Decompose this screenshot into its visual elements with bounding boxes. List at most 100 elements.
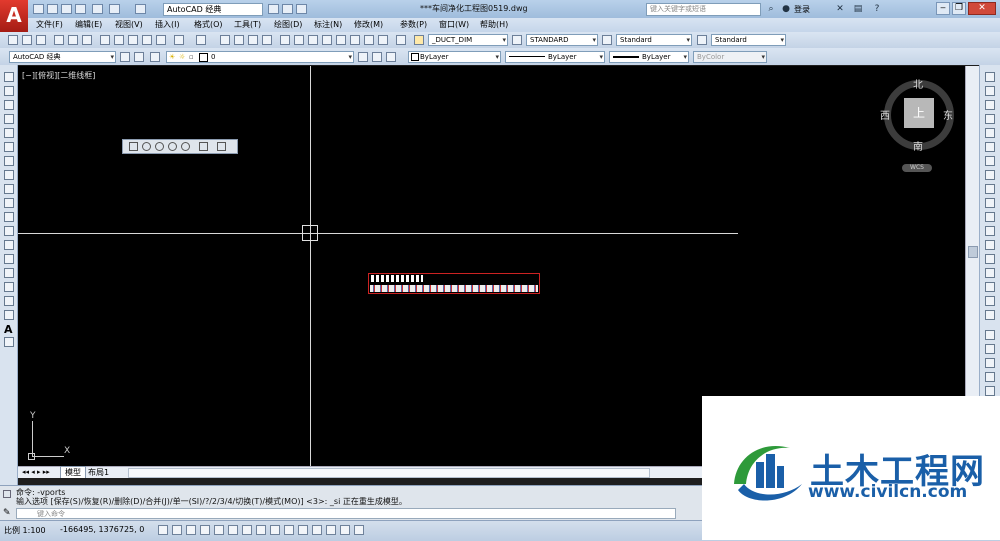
- undo-arrow-icon[interactable]: [174, 35, 184, 45]
- menu-dimension[interactable]: 标注(N): [314, 19, 342, 31]
- menu-file[interactable]: 文件(F): [36, 19, 63, 31]
- command-input[interactable]: 键入命令: [16, 508, 676, 519]
- zoom-previous-icon[interactable]: [262, 35, 272, 45]
- user-icon[interactable]: ●: [781, 4, 791, 14]
- markup-icon[interactable]: [336, 35, 346, 45]
- transparency-icon[interactable]: [312, 525, 322, 535]
- break-icon[interactable]: [985, 240, 995, 250]
- selected-object[interactable]: [368, 273, 540, 294]
- grid-display-icon[interactable]: [186, 525, 196, 535]
- new-icon[interactable]: [33, 4, 44, 14]
- continuous-orbit-icon[interactable]: [168, 142, 177, 151]
- copy-object-icon[interactable]: [985, 86, 995, 96]
- match-properties-icon[interactable]: [142, 35, 152, 45]
- paste-icon[interactable]: [128, 35, 138, 45]
- compass-north[interactable]: 北: [913, 76, 923, 91]
- lineweight-dropdown[interactable]: ByLayer: [609, 51, 689, 63]
- lineweight-toggle-icon[interactable]: [298, 525, 308, 535]
- menu-window[interactable]: 窗口(W): [439, 19, 469, 31]
- hatch-back-icon[interactable]: [985, 386, 995, 396]
- help-book-icon[interactable]: [364, 35, 374, 45]
- menu-parametric[interactable]: 参数(P): [400, 19, 427, 31]
- qnew-icon[interactable]: [8, 35, 18, 45]
- array-icon[interactable]: [985, 128, 995, 138]
- 3d-osnap-icon[interactable]: [242, 525, 252, 535]
- mleader-style-icon[interactable]: [697, 35, 707, 45]
- menu-view[interactable]: 视图(V): [115, 19, 143, 31]
- selection-cycling-icon[interactable]: [340, 525, 350, 535]
- workspace-dropdown[interactable]: AutoCAD 经典: [163, 3, 263, 16]
- share-icon[interactable]: [282, 4, 293, 14]
- print-icon[interactable]: [54, 35, 64, 45]
- undo-icon[interactable]: [109, 4, 120, 14]
- annotation-scale[interactable]: 比例 1:100: [4, 525, 46, 536]
- polyline-icon[interactable]: [4, 100, 14, 110]
- bring-front-icon[interactable]: [985, 344, 995, 354]
- command-close-icon[interactable]: [3, 490, 11, 498]
- erase-icon[interactable]: [985, 72, 995, 82]
- blend-icon[interactable]: [985, 296, 995, 306]
- fillet-icon[interactable]: [985, 282, 995, 292]
- ribbon-icon[interactable]: [378, 35, 388, 45]
- redo-icon[interactable]: [135, 4, 146, 14]
- login-link[interactable]: 登录: [794, 4, 810, 15]
- mleader-style-dropdown[interactable]: Standard: [711, 34, 786, 46]
- annotation-monitor-icon[interactable]: [354, 525, 364, 535]
- horizontal-scrollbar[interactable]: [128, 468, 650, 478]
- table-style-icon[interactable]: [602, 35, 612, 45]
- text-front-icon[interactable]: [985, 372, 995, 382]
- app-menu-button[interactable]: A: [0, 0, 28, 32]
- view-icon[interactable]: [129, 142, 138, 151]
- add-selected-icon[interactable]: [4, 337, 14, 347]
- save-as-icon[interactable]: [75, 4, 86, 14]
- plotstyle-dropdown[interactable]: ByColor: [693, 51, 767, 63]
- tool-palettes-icon[interactable]: [308, 35, 318, 45]
- join-icon[interactable]: [985, 254, 995, 264]
- ellipse-arc-icon[interactable]: [4, 212, 14, 222]
- wrench-icon[interactable]: ✎: [3, 508, 11, 518]
- workspace-combo[interactable]: AutoCAD 经典: [9, 51, 116, 63]
- free-orbit-icon[interactable]: [155, 142, 164, 151]
- insert-block-icon[interactable]: [4, 226, 14, 236]
- coordinate-readout[interactable]: -166495, 1376725, 0: [60, 525, 144, 534]
- open-icon[interactable]: [47, 4, 58, 14]
- redo-arrow-icon[interactable]: [196, 35, 206, 45]
- minimize-button[interactable]: ‒: [936, 2, 950, 15]
- break-at-point-icon[interactable]: [985, 226, 995, 236]
- tab-nav-first-icon[interactable]: ◂◂ ◂ ▸ ▸▸: [22, 468, 50, 476]
- compass-west[interactable]: 西: [880, 107, 890, 122]
- publish-icon[interactable]: [82, 35, 92, 45]
- zoom-window-icon[interactable]: [248, 35, 258, 45]
- arc-icon[interactable]: [4, 142, 14, 152]
- save-file-icon[interactable]: [36, 35, 46, 45]
- layer-states-icon[interactable]: [386, 52, 396, 62]
- app-store-icon[interactable]: ▤: [853, 4, 863, 14]
- dim-style-icon[interactable]: [512, 35, 522, 45]
- workspace-settings-icon[interactable]: [268, 4, 279, 14]
- menu-edit[interactable]: 编辑(E): [75, 19, 102, 31]
- color-dropdown[interactable]: ByLayer: [408, 51, 501, 63]
- layer-manager-icon[interactable]: [150, 52, 160, 62]
- viewport-label[interactable]: [−][俯视][二维线框]: [22, 70, 95, 81]
- ortho-mode-icon[interactable]: [200, 525, 210, 535]
- vertical-scroll-thumb[interactable]: [968, 246, 978, 258]
- plot-icon[interactable]: [92, 4, 103, 14]
- open-file-icon[interactable]: [22, 35, 32, 45]
- compass-south[interactable]: 南: [913, 138, 923, 153]
- viewcube-top-face[interactable]: 上: [904, 98, 934, 128]
- line-icon[interactable]: [4, 72, 14, 82]
- snap-mode-icon[interactable]: [172, 525, 182, 535]
- copy-icon[interactable]: [114, 35, 124, 45]
- design-center-icon[interactable]: [294, 35, 304, 45]
- object-snap-tracking-icon[interactable]: [256, 525, 266, 535]
- spline-icon[interactable]: [4, 184, 14, 194]
- table-icon[interactable]: [4, 310, 14, 320]
- chamfer-icon[interactable]: [985, 268, 995, 278]
- customize-icon[interactable]: [296, 4, 307, 14]
- table-style-dropdown[interactable]: Standard: [616, 34, 692, 46]
- tab-layout1[interactable]: 布局1: [88, 467, 109, 478]
- rectangle-icon[interactable]: [4, 128, 14, 138]
- print-preview-icon[interactable]: [68, 35, 78, 45]
- infer-constraints-icon[interactable]: [158, 525, 168, 535]
- dynamic-input-icon[interactable]: [284, 525, 294, 535]
